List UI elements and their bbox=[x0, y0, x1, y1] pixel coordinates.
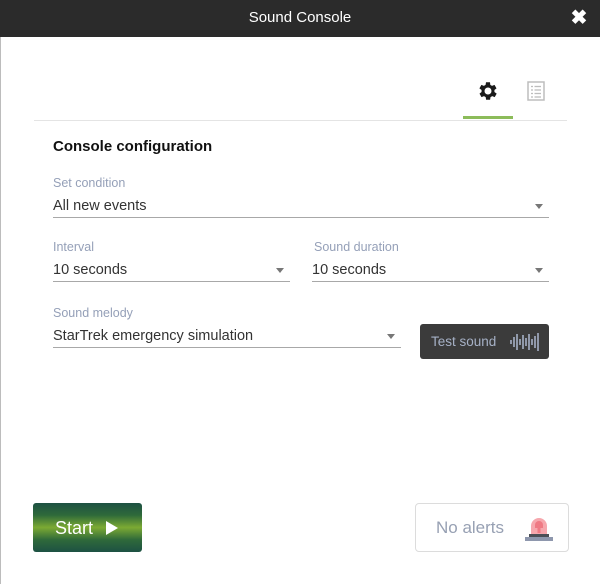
duration-field: Sound duration 10 seconds bbox=[312, 239, 549, 282]
test-sound-button[interactable]: Test sound bbox=[420, 324, 549, 359]
gear-icon bbox=[479, 82, 497, 100]
tab-settings[interactable] bbox=[463, 70, 513, 119]
tab-log[interactable] bbox=[512, 70, 562, 119]
duration-value: 10 seconds bbox=[312, 262, 387, 278]
test-sound-label: Test sound bbox=[431, 334, 497, 349]
melody-value: StarTrek emergency simulation bbox=[53, 328, 254, 344]
play-icon bbox=[106, 521, 118, 535]
melody-field: Sound melody StarTrek emergency simulati… bbox=[53, 305, 401, 348]
condition-value: All new events bbox=[53, 198, 147, 214]
window-border bbox=[0, 37, 1, 584]
melody-label: Sound melody bbox=[53, 306, 133, 320]
duration-select[interactable]: 10 seconds bbox=[312, 255, 549, 282]
condition-label: Set condition bbox=[53, 176, 126, 190]
list-icon bbox=[527, 81, 545, 101]
melody-select[interactable]: StarTrek emergency simulation bbox=[53, 321, 401, 348]
interval-select[interactable]: 10 seconds bbox=[53, 255, 290, 282]
window-title: Sound Console bbox=[248, 9, 352, 26]
interval-label: Interval bbox=[53, 240, 94, 254]
chevron-down-icon bbox=[535, 268, 543, 273]
interval-field: Interval 10 seconds bbox=[53, 239, 290, 282]
section-title: Console configuration bbox=[53, 138, 213, 155]
chevron-down-icon bbox=[387, 334, 395, 339]
alerts-label: No alerts bbox=[436, 518, 505, 537]
sound-wave-icon bbox=[510, 333, 539, 351]
tab-bar bbox=[34, 70, 567, 121]
condition-select[interactable]: All new events bbox=[53, 191, 549, 218]
duration-label: Sound duration bbox=[314, 240, 399, 254]
close-icon[interactable]: ✖ bbox=[570, 8, 588, 28]
siren-icon bbox=[525, 518, 553, 541]
start-label: Start bbox=[55, 518, 94, 538]
condition-field: Set condition All new events bbox=[53, 175, 549, 218]
title-bar: Sound Console ✖ bbox=[0, 0, 600, 37]
interval-value: 10 seconds bbox=[53, 262, 128, 278]
chevron-down-icon bbox=[276, 268, 284, 273]
start-button[interactable]: Start bbox=[33, 503, 142, 552]
alerts-status: No alerts bbox=[415, 503, 569, 552]
chevron-down-icon bbox=[535, 204, 543, 209]
